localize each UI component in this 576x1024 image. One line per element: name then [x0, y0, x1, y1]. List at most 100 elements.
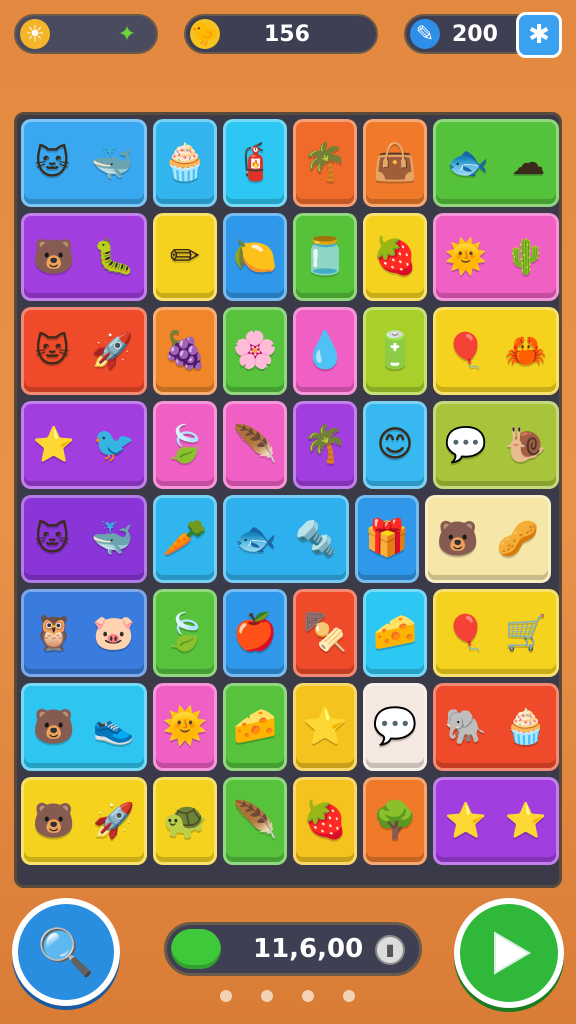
leaf-icon: 🍃 [162, 424, 208, 465]
board-tile[interactable]: 🌞 [153, 683, 217, 771]
board-tile[interactable]: 🍎 [223, 589, 287, 677]
progress-value: 11,6,00 [253, 934, 364, 964]
play-button[interactable] [454, 898, 564, 1008]
board-tile[interactable]: 🍃 [153, 401, 217, 489]
coin-icon: ▮ [375, 935, 405, 965]
board-tile[interactable]: 🍓 [363, 213, 427, 301]
cheese-icon: 🧀 [232, 706, 278, 747]
star-icon: ⭐ [444, 801, 488, 841]
feather-icon: 🪶 [232, 424, 278, 465]
puzzle-icon: ✱ [528, 20, 550, 50]
board-tile[interactable]: 🧀 [363, 589, 427, 677]
puzzle-button[interactable]: ✱ [516, 12, 562, 58]
board-tile[interactable]: 🔋 [363, 307, 427, 395]
board-tile[interactable]: 🌴 [293, 119, 357, 207]
feather-icon: 🪶 [232, 800, 278, 841]
whale-icon: 🐳 [91, 143, 134, 183]
leaf-icon: 🍃 [162, 612, 208, 653]
board-tile[interactable]: 💬 [363, 683, 427, 771]
page-dot[interactable] [261, 990, 273, 1002]
board-tile[interactable]: 🐱 🐳 [21, 119, 147, 207]
strawberry-icon: 🍓 [372, 236, 418, 277]
board-tile[interactable]: 🍓 [293, 777, 357, 865]
bear-icon: 🐻 [436, 519, 480, 559]
board-tile[interactable]: 🐻 🥜 [425, 495, 551, 583]
sun-icon: 🌞 [444, 237, 488, 277]
board-tile[interactable]: 🎈 🛒 [433, 589, 559, 677]
board-tile[interactable]: 🌸 [223, 307, 287, 395]
board-tile[interactable]: 🍋 [223, 213, 287, 301]
board-tile[interactable]: ✏ [153, 213, 217, 301]
board-tile[interactable]: 😊 [363, 401, 427, 489]
board-tile[interactable]: 🎈 🦀 [433, 307, 559, 395]
board-tile[interactable]: 💧 [293, 307, 357, 395]
fish-icon: 🐟 [446, 143, 490, 183]
board-tile[interactable]: 💬 🐌 [433, 401, 559, 489]
page-dot[interactable] [302, 990, 314, 1002]
lemon-icon: 🍋 [232, 236, 278, 277]
cloud-icon: ☁ [511, 143, 546, 183]
board-tile[interactable]: 🐟 ☁ [433, 119, 559, 207]
board-tile[interactable]: 🐱 🚀 [21, 307, 147, 395]
page-dot[interactable] [220, 990, 232, 1002]
board-tile[interactable]: 🐢 [153, 777, 217, 865]
board-tile[interactable]: 🧯 [223, 119, 287, 207]
chat-icon: 💬 [372, 706, 418, 747]
drop-icon: 💧 [302, 330, 348, 371]
board-tile[interactable]: 🫙 [293, 213, 357, 301]
board-tile[interactable]: 🪶 [223, 777, 287, 865]
board-tile[interactable]: 🪶 [223, 401, 287, 489]
board-tile[interactable]: 🧁 [153, 119, 217, 207]
energy-bar[interactable]: ☀ ✦ [14, 14, 158, 54]
board-tile[interactable]: 🦉 🐷 [21, 589, 147, 677]
bird-icon: 🐤 [190, 19, 220, 49]
tree-icon: 🌳 [372, 800, 418, 841]
apple-icon: 🍎 [232, 612, 278, 653]
berries-icon: 🍇 [162, 330, 208, 371]
turtle-icon: 🐢 [162, 800, 208, 841]
carrot-icon: 🥕 [162, 518, 208, 559]
board-tile[interactable]: 🍃 [153, 589, 217, 677]
board-tile[interactable]: 🍇 [153, 307, 217, 395]
board-tile[interactable]: 🐘 🧁 [433, 683, 559, 771]
hint-button[interactable]: 🔍 [12, 898, 120, 1006]
board-tile[interactable]: 🥕 [153, 495, 217, 583]
rocket-icon: 🚀 [92, 801, 136, 841]
board-tile[interactable]: 🐻 👟 [21, 683, 147, 771]
star-icon: ⭐ [504, 801, 548, 841]
star-icon: ⭐ [302, 706, 348, 747]
smiley-icon: 😊 [376, 424, 414, 465]
balloon-icon: 🎈 [444, 613, 488, 653]
whale-icon: 🐳 [91, 519, 134, 559]
sun-icon: ☀ [20, 19, 50, 49]
board-tile[interactable]: 🐟 🔩 [223, 495, 349, 583]
board-tile[interactable]: 👜 [363, 119, 427, 207]
board-tile[interactable]: ⭐ [293, 683, 357, 771]
board-tile[interactable]: 🌞 🌵 [433, 213, 559, 301]
board-tile[interactable]: ⭐ 🐦 [21, 401, 147, 489]
cart-icon: 🛒 [504, 613, 548, 653]
shoe-icon: 👟 [92, 707, 136, 747]
crab-icon: 🦀 [504, 331, 548, 371]
pencil-icon: ✏ [169, 236, 201, 277]
board-tile[interactable]: 🐻 🐛 [21, 213, 147, 301]
board-tile[interactable]: ⭐ ⭐ [433, 777, 559, 865]
board-tile[interactable]: 🐻 🚀 [21, 777, 147, 865]
board-tile[interactable]: 🎁 [355, 495, 419, 583]
board-tile[interactable]: 🌴 [293, 401, 357, 489]
board-tile[interactable]: 🍢 [293, 589, 357, 677]
owl-icon: 🦉 [32, 613, 76, 653]
gem-count: 200 [452, 21, 498, 47]
cupcake-icon: 🧁 [504, 707, 548, 747]
cupcake-icon: 🧁 [162, 142, 208, 183]
hydrant-icon: 🧯 [232, 142, 278, 183]
board-tile[interactable]: 🐱 🐳 [21, 495, 147, 583]
cat-icon: 🐱 [34, 143, 70, 183]
board-tile[interactable]: 🧀 [223, 683, 287, 771]
bird-icon: 🐦 [92, 425, 136, 465]
game-board: 🐱 🐳 🧁 🧯 🌴 👜 🐟 ☁ 🐻 🐛 ✏ 🍋 🫙 🍓 🌞 🌵 🐱 🚀 🍇 🌸 💧 🔋 🎈 🦀 ⭐ 🐦 🍃 🪶 🌴 😊 💬 🐌 🐱 🐳 🥕 🐟 🔩 🎁 🐻 🥜… [14, 112, 562, 888]
jar-icon: 🫙 [302, 236, 348, 277]
page-dot[interactable] [343, 990, 355, 1002]
board-tile[interactable]: 🌳 [363, 777, 427, 865]
palm-icon: 🌴 [302, 424, 348, 465]
